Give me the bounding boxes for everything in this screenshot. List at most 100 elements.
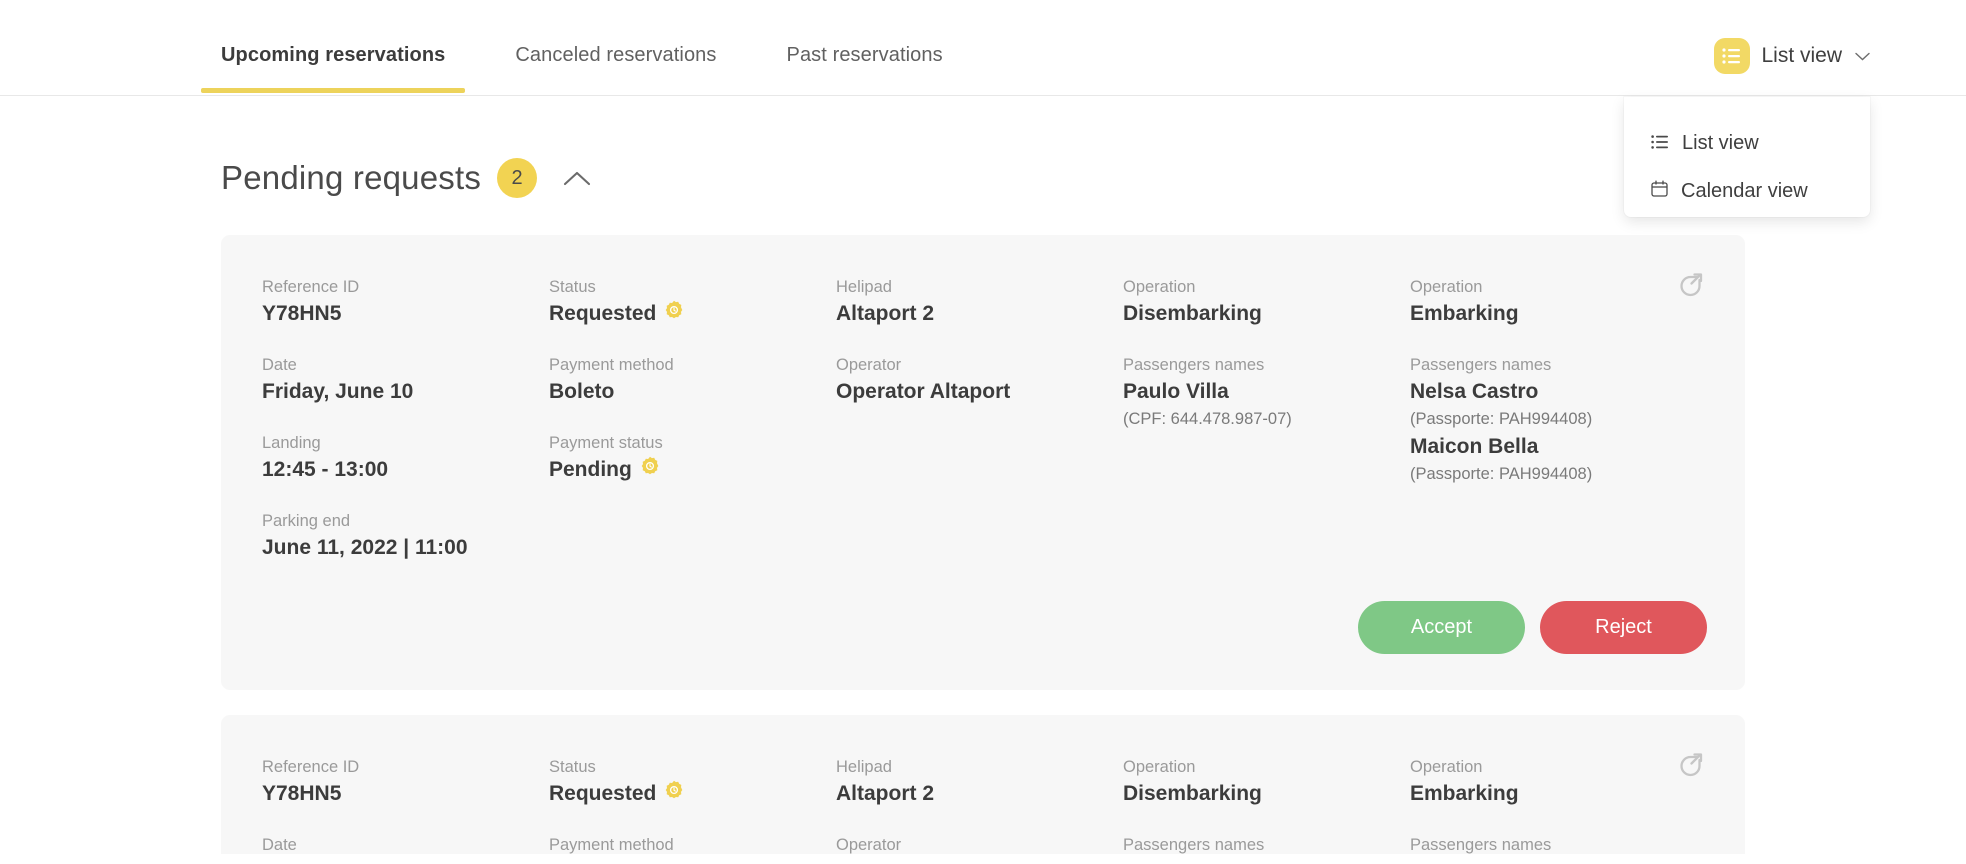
field-operator: Operator Operator Altaport	[836, 353, 1123, 407]
chevron-down-icon	[1855, 49, 1870, 64]
dropdown-item-list-view[interactable]: List view	[1624, 119, 1870, 167]
field-reference-id: Reference ID Y78HN5	[262, 275, 549, 329]
card-column-1: Reference ID Y78HN5 Date Friday, June 10	[262, 755, 549, 864]
field-label: Passengers names	[1123, 356, 1265, 374]
dropdown-item-label: List view	[1682, 131, 1759, 154]
field-value: Y78HN5	[262, 782, 342, 805]
reject-button[interactable]: Reject	[1540, 601, 1707, 654]
tab-label: Past reservations	[786, 44, 943, 66]
field-payment-status: Payment status Pending	[549, 431, 836, 485]
tab-canceled-reservations[interactable]: Canceled reservations	[515, 44, 716, 93]
field-label: Operation	[1123, 758, 1196, 776]
payment-status-badge: Pending	[549, 458, 632, 481]
field-value: Friday, June 10	[262, 380, 414, 403]
page-title: Pending requests	[221, 159, 482, 196]
field-value: 12:45 - 13:00	[262, 458, 389, 481]
passenger-document: (Passporte: PAH994408)	[1410, 465, 1593, 483]
field-value: Operator Altaport	[836, 380, 1011, 403]
card-column-4: Operation Disembarking Passengers names	[1123, 755, 1410, 864]
reservations-page: Upcoming reservations Canceled reservati…	[0, 0, 1966, 864]
field-status: Status Requested	[549, 275, 836, 329]
reservation-details-grid: Reference ID Y78HN5 Date Friday, June 10…	[221, 715, 1745, 864]
field-helipad: Helipad Altaport 2	[836, 755, 1123, 809]
passenger-name: Paulo Villa	[1123, 380, 1229, 403]
status-badge: Requested	[549, 782, 657, 805]
share-external-icon[interactable]	[1677, 269, 1706, 303]
status-badge: Requested	[549, 302, 657, 325]
pending-gear-icon	[664, 779, 684, 809]
field-status: Status Requested	[549, 755, 836, 809]
dropdown-item-label: Calendar view	[1681, 179, 1808, 202]
field-value: Embarking	[1410, 782, 1519, 805]
field-payment-method: Payment method Boleto	[549, 353, 836, 407]
field-label: Status	[549, 278, 596, 296]
field-landing: Landing 12:45 - 13:00	[262, 431, 549, 485]
field-value-with-icon: Requested	[549, 299, 836, 329]
field-operation-disembarking: Operation Disembarking	[1123, 275, 1410, 329]
view-mode-label: List view	[1761, 44, 1842, 67]
field-value: Disembarking	[1123, 782, 1262, 805]
tab-past-reservations[interactable]: Past reservations	[787, 44, 943, 93]
field-passengers-embarking: Passengers names Nelsa Castro (Passporte…	[1410, 353, 1745, 487]
passenger-name: Nelsa Castro	[1410, 380, 1539, 403]
tab-label: Canceled reservations	[515, 44, 717, 66]
passenger-name: Maicon Bella	[1410, 435, 1539, 458]
field-label: Helipad	[836, 758, 892, 776]
tab-upcoming-reservations[interactable]: Upcoming reservations	[200, 44, 466, 93]
field-value: Altaport 2	[836, 302, 935, 325]
field-label: Reference ID	[262, 758, 360, 776]
field-label: Status	[549, 758, 596, 776]
field-passengers-disembarking: Passengers names Paulo Villa (CPF: 644.4…	[1123, 353, 1410, 432]
card-column-2: Status Requested Payment method Boleto P…	[549, 275, 836, 587]
card-actions: Accept Reject	[1358, 601, 1707, 654]
pending-gear-icon	[664, 299, 684, 329]
share-external-icon[interactable]	[1677, 749, 1706, 783]
card-column-3: Helipad Altaport 2 Operator Operator Alt…	[836, 755, 1123, 864]
field-label: Passengers names	[1410, 356, 1552, 374]
reservation-details-grid: Reference ID Y78HN5 Date Friday, June 10…	[221, 235, 1745, 587]
tab-label: Upcoming reservations	[221, 44, 446, 66]
card-column-4: Operation Disembarking Passengers names …	[1123, 275, 1410, 587]
field-label: Reference ID	[262, 278, 360, 296]
field-value: Disembarking	[1123, 302, 1262, 325]
passenger-document: (Passporte: PAH994408)	[1410, 410, 1593, 428]
chevron-up-icon[interactable]	[563, 170, 591, 187]
field-helipad: Helipad Altaport 2	[836, 275, 1123, 329]
field-label: Payment status	[549, 434, 663, 452]
field-label: Operator	[836, 356, 902, 374]
card-column-5: Operation Embarking Passengers names Nel…	[1410, 275, 1745, 587]
view-mode-dropdown[interactable]: List view Calendar view	[1624, 97, 1870, 217]
field-reference-id: Reference ID Y78HN5	[262, 755, 549, 809]
card-column-2: Status Requested Payment method Boleto	[549, 755, 836, 864]
view-mode-selector[interactable]: List view	[1714, 38, 1870, 74]
field-label: Date	[262, 356, 297, 374]
field-label: Parking end	[262, 512, 351, 530]
field-value: Altaport 2	[836, 782, 935, 805]
tab-bar: Upcoming reservations Canceled reservati…	[200, 44, 1013, 93]
page-header: Upcoming reservations Canceled reservati…	[0, 0, 1966, 96]
pending-count-badge: 2	[497, 158, 538, 198]
field-date: Date Friday, June 10	[262, 353, 549, 407]
pending-gear-icon	[640, 455, 660, 485]
pending-requests-header: Pending requests 2	[221, 158, 591, 198]
field-parking-end: Parking end June 11, 2022 | 11:00	[262, 509, 549, 563]
passenger-document: (CPF: 644.478.987-07)	[1123, 410, 1292, 428]
reservation-card[interactable]: Reference ID Y78HN5 Date Friday, June 10…	[221, 235, 1745, 690]
reservation-card[interactable]: Reference ID Y78HN5 Date Friday, June 10…	[221, 715, 1745, 864]
field-label: Payment method	[549, 356, 674, 374]
card-column-1: Reference ID Y78HN5 Date Friday, June 10…	[262, 275, 549, 587]
list-icon	[1714, 38, 1751, 74]
field-label: Helipad	[836, 278, 892, 296]
field-value-with-icon: Pending	[549, 455, 836, 485]
field-value: Y78HN5	[262, 302, 342, 325]
list-icon	[1651, 132, 1669, 155]
field-value-with-icon: Requested	[549, 779, 836, 809]
accept-button[interactable]: Accept	[1358, 601, 1525, 654]
field-label: Landing	[262, 434, 321, 452]
viewport-bottom-mask	[0, 854, 1966, 864]
dropdown-item-calendar-view[interactable]: Calendar view	[1624, 167, 1870, 215]
field-value: Embarking	[1410, 302, 1519, 325]
field-value: June 11, 2022 | 11:00	[262, 536, 468, 559]
calendar-icon	[1651, 180, 1668, 203]
card-column-3: Helipad Altaport 2 Operator Operator Alt…	[836, 275, 1123, 587]
